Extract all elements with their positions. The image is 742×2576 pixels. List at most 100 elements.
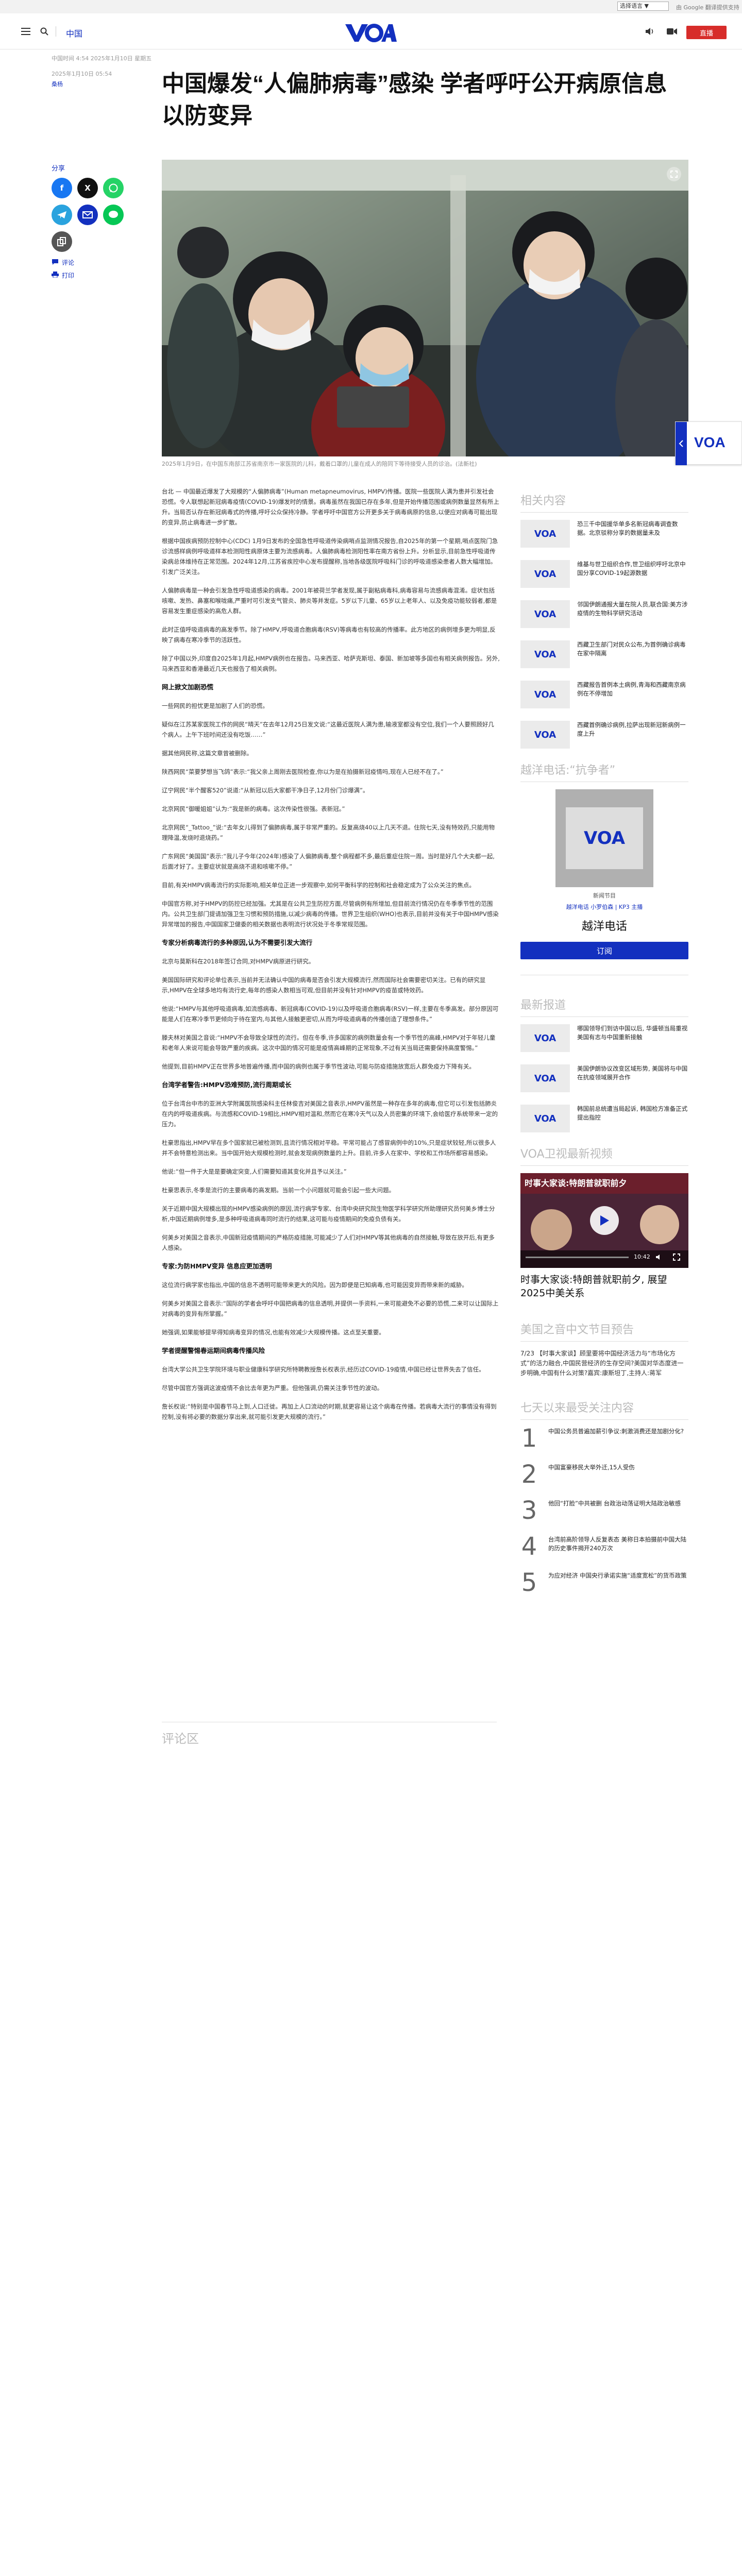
related-title: 西藏报告首例本土病例,青海和西藏南京病例在不停增加 <box>577 681 686 697</box>
popular-title: 他回“打脸”中共被删 台政治动荡证明大陆政治敏感 <box>548 1500 681 1507</box>
paragraph: 美国国际研究和评论单位表示,当前并无法确认中国的病毒是否会引发大规模流行,然而国… <box>162 976 486 994</box>
popular-heading: 七天以来最受关注内容 <box>520 1399 688 1420</box>
chevron-left-icon[interactable] <box>676 422 687 465</box>
popular-item[interactable]: 1 中国公务员普遍加薪引争议:刺激消费还是加剧分化? <box>520 1424 688 1453</box>
video-progress[interactable] <box>526 1257 629 1258</box>
live-button[interactable]: 直播 <box>686 26 727 39</box>
related-title: 西藏卫生部门对民众公布,为首例确诊病毒在家中隔离 <box>577 641 686 657</box>
subhead: 专家:为防HMPV变异 信息应更加透明 <box>162 1262 272 1270</box>
floating-player-tab[interactable]: VOA <box>675 421 742 465</box>
telegram-share-icon[interactable] <box>52 205 72 225</box>
share-panel: 分享 f X 评论 打印 <box>52 163 134 280</box>
related-item[interactable]: VOA 西藏首例确诊病例,拉萨出现新冠新病例一度上升 <box>520 721 688 749</box>
fullscreen-icon[interactable] <box>673 1253 680 1261</box>
video-overlay-text: 时事大家谈:特朗普就职前夕 <box>525 1178 627 1188</box>
line-share-icon[interactable] <box>103 205 124 225</box>
paragraph: 杜豪思指出,HMPV早在多个国家就已被检测到,且流行情况相对平稳。平常可能占了感… <box>162 1139 496 1157</box>
volume-icon[interactable] <box>655 1253 663 1260</box>
article-title: 中国爆发“人偏肺病毒”感染 学者呼吁公开病原信息以防变异 <box>162 71 667 128</box>
x-share-icon[interactable]: X <box>77 178 98 198</box>
popular-title: 中国富豪移民大举外迁,15人受伤 <box>548 1464 635 1471</box>
related-item[interactable]: VOA 西藏卫生部门对民众公布,为首例确诊病毒在家中隔离 <box>520 640 688 668</box>
email-share-icon[interactable] <box>77 205 98 225</box>
paragraph: 疑似在江苏某家医院工作的网民“晴天”在去年12月25日发文说:“这最近医院人满为… <box>162 721 494 738</box>
publish-date: 2025年1月10日 05:54 <box>52 71 112 77</box>
paragraph: 位于台湾台中市的亚洲大学附属医院感染科主任林俊吉对美国之音表示,HMPV虽然是一… <box>162 1100 498 1128</box>
search-icon[interactable] <box>39 26 49 37</box>
subscribe-button[interactable]: 订阅 <box>520 942 688 959</box>
related-item[interactable]: VOA 维基与世卫组织合作,世卫组织呼吁北京中国分享COVID-19起源数据 <box>520 560 688 588</box>
comments-link-label: 评论 <box>62 259 75 266</box>
nav-section-china[interactable]: 中国 <box>66 27 82 39</box>
paragraph: 詹长权说:“特别是中国春节马上到,人口迁徙。再加上人口流动的时期,就更容易让这个… <box>162 1403 497 1420</box>
play-icon[interactable] <box>590 1206 619 1235</box>
video-player[interactable]: 时事大家谈:特朗普就职前夕 10:42 <box>520 1173 688 1268</box>
facebook-share-icon[interactable]: f <box>52 178 72 198</box>
popular-item[interactable]: 4 台湾前高阶领导人反复表态 美称日本拍摄前中国大陆的历史事件揭开240万次 <box>520 1534 688 1559</box>
whatsapp-share-icon[interactable] <box>103 178 124 198</box>
paragraph: 何美乡对美国之音表示,中国新冠疫情期间的严格防疫措施,可能减少了人们对HMPV等… <box>162 1234 495 1251</box>
related-item[interactable]: VOA 恐三千中国援华单多名新冠病毒调查数据。北京驳称分享的数据量未及 <box>520 520 688 548</box>
paragraph: 他说:“但一件于大是是要确定突变,人们需要知道其变化并且予以关注。” <box>162 1168 347 1175</box>
podcast-cover[interactable]: VOA <box>555 789 653 887</box>
comments-heading: 评论区 <box>162 1722 497 1747</box>
paragraph: 广东网民“美国国”表示:“我儿子今年(2024年)感染了人偏肺病毒,整个病程都不… <box>162 853 495 870</box>
latest-item[interactable]: VOA 哪国领导们到访中国以后, 华盛顿当局重视美国有志与中国重新接触 <box>520 1024 688 1052</box>
latest-title: 美国伊朗协议改变区域形势, 美国将与中国在抗疫领域展开合作 <box>577 1065 688 1081</box>
popular-item[interactable]: 3 他回“打脸”中共被删 台政治动荡证明大陆政治敏感 <box>520 1498 688 1523</box>
latest-heading: 最新报道 <box>520 996 688 1017</box>
voa-thumb-icon: VOA <box>520 1024 570 1052</box>
language-select[interactable]: 选择语言 ▼ <box>617 2 669 11</box>
podcast-thumb-label: 新闻节目 <box>593 892 616 899</box>
voa-thumb-icon: VOA <box>520 681 570 708</box>
latest-title: 哪国领导们到访中国以后, 华盛顿当局重视美国有志与中国重新接触 <box>577 1025 688 1041</box>
paragraph: 他说:“HMPV与其他呼吸道病毒,如流感病毒、新冠病毒(COVID-19)以及呼… <box>162 1005 499 1023</box>
author-link[interactable]: 桑杨 <box>52 79 151 90</box>
popular-rank: 1 <box>521 1424 537 1453</box>
paragraph: 辽宁网民“半个醒客520”说道:“从新冠以后大家都干净日子,12月份门诊爆满”。 <box>162 787 369 794</box>
translate-bar: 选择语言 ▼ 由 Google 翻译提供支持 <box>0 0 742 13</box>
print-link[interactable]: 打印 <box>52 271 134 280</box>
preview-heading: 美国之音中文节目预告 <box>520 1320 688 1342</box>
paragraph: 她强调,如果能够提早得知病毒变异的情况,也能有效减少大规模传播。这点至关重要。 <box>162 1329 385 1336</box>
popular-rank: 2 <box>521 1460 537 1489</box>
paragraph: 他提到,目前HMPV正在世界多地普遍传播,而中国的病例也属于季节性波动,可能与防… <box>162 1063 475 1070</box>
paragraph: 一些网民的担忧更是加剧了人们的恐慌。 <box>162 702 268 709</box>
copy-link-icon[interactable] <box>52 231 72 252</box>
paragraph: 目前,有关HMPV病毒流行的实际影响,相关单位正进一步观察中,如何平衡科学的控制… <box>162 882 475 889</box>
paragraph: 此时正值呼吸道病毒的高发季节。除了HMPV,呼吸道合胞病毒(RSV)等病毒也有较… <box>162 626 496 643</box>
related-item[interactable]: VOA 邻国伊朗通报大量在院人员,联合国:美方涉疫情的生物科学研究活动 <box>520 600 688 628</box>
latest-item[interactable]: VOA 韩国前总统遭当局起诉, 韩国检方准备正式提出指控 <box>520 1105 688 1132</box>
paragraph: 台北 — 中国最近爆发了大规模的“人偏肺病毒”(Human metapneumo… <box>162 488 499 526</box>
podcast-card: VOA 新闻节目 越洋电话 小罗伯森 | KP3 主播 越洋电话 订阅 <box>520 789 688 975</box>
expand-icon[interactable] <box>667 167 681 181</box>
popular-title: 为应对经济 中国央行承诺实施“适度宽松”的货币政策 <box>548 1572 687 1579</box>
latest-item[interactable]: VOA 美国伊朗协议改变区域形势, 美国将与中国在抗疫领域展开合作 <box>520 1064 688 1092</box>
subhead: 专家分析病毒流行的多种原因,认为不需要引发大流行 <box>162 939 313 946</box>
related-title: 维基与世卫组织合作,世卫组织呼吁北京中国分享COVID-19起源数据 <box>577 561 686 577</box>
video-title[interactable]: 时事大家谈:特朗普就职前夕, 展望2025中美关系 <box>520 1273 688 1300</box>
voa-logo[interactable] <box>344 22 397 43</box>
popular-title: 中国公务员普遍加薪引争议:刺激消费还是加剧分化? <box>548 1428 684 1435</box>
paragraph: 滕夫林对美国之音说:“HMPV不会导致全球性的流行。但在冬季,许多国家的病例数量… <box>162 1034 496 1052</box>
paragraph: 尽管中国官方强调这波疫情不会比去年更为严重。但他强调,仍需关注季节性的波动。 <box>162 1384 383 1392</box>
audio-icon[interactable] <box>644 26 654 37</box>
popular-item[interactable]: 2 中国富豪移民大举外迁,15人受伤 <box>520 1460 688 1489</box>
podcast-hosts[interactable]: 越洋电话 小罗伯森 | KP3 主播 <box>520 903 688 911</box>
menu-icon[interactable] <box>21 26 31 37</box>
paragraph: 人偏肺病毒是一种会引发急性呼吸道感染的病毒。2001年被荷兰学者发现,属于副粘病… <box>162 587 497 615</box>
preview-text[interactable]: 7/23 【时事大家谈】顾里要将中国经济活力与“市场化方式”的活力融合,中国民营… <box>520 1349 688 1378</box>
paragraph: 据其他网民称,这篇文章曾被删除。 <box>162 750 253 757</box>
dateline: 中国时间 4:54 2025年1月10日 星期五 <box>52 55 152 62</box>
popular-item[interactable]: 5 为应对经济 中国央行承诺实施“适度宽松”的货币政策 <box>520 1570 688 1595</box>
voa-mini-logo-icon: VOA <box>694 434 726 450</box>
related-title: 邻国伊朗通报大量在院人员,联合国:美方涉疫情的生物科学研究活动 <box>577 601 688 617</box>
voa-thumb-icon: VOA <box>520 1064 570 1092</box>
video-icon[interactable] <box>667 26 677 37</box>
voa-logo-icon: VOA <box>566 807 643 869</box>
comments-link[interactable]: 评论 <box>52 258 134 267</box>
comment-icon <box>52 259 59 266</box>
voa-thumb-icon: VOA <box>520 520 570 548</box>
related-title: 西藏首例确诊病例,拉萨出现新冠新病例一度上升 <box>577 721 686 737</box>
related-item[interactable]: VOA 西藏报告首例本土病例,青海和西藏南京病例在不停增加 <box>520 681 688 708</box>
